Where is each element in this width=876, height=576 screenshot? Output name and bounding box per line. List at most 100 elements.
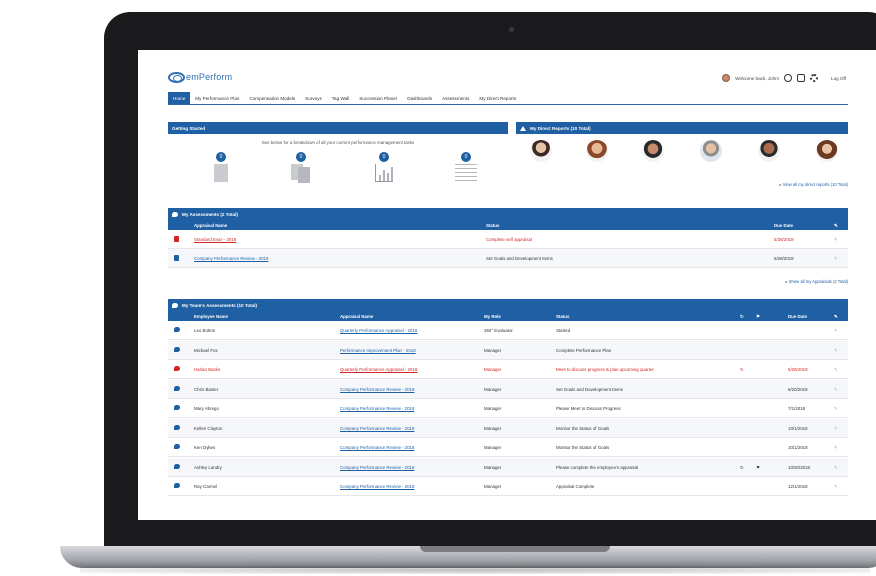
- user-avatar[interactable]: [722, 74, 731, 82]
- nav-item-tag-wall[interactable]: Tag Wall: [327, 92, 354, 104]
- employee-name[interactable]: Ken Dykes: [194, 445, 215, 450]
- task-list[interactable]: 0: [453, 152, 479, 192]
- team-assessments-header: My Team's Assessments (10 Total): [168, 299, 848, 311]
- appraisal-link[interactable]: Company Performance Review - 2018: [340, 387, 414, 392]
- col-due-date[interactable]: Due Date: [774, 223, 793, 228]
- appraisal-link[interactable]: Quarterly Performance Appraisal - 2018: [340, 367, 417, 372]
- chat-icon[interactable]: [784, 74, 793, 82]
- employee-name[interactable]: Michael Fox: [194, 348, 218, 353]
- col-appraisal-name[interactable]: Appraisal Name: [194, 223, 227, 228]
- table-row[interactable]: Leo Botton Quarterly Performance Appraisa…: [168, 321, 848, 340]
- employee-name[interactable]: Leo Botton: [194, 328, 215, 333]
- flag-icon[interactable]: ⚑: [756, 314, 760, 320]
- edit-icon[interactable]: ✎: [834, 256, 838, 262]
- getting-started-header: Getting Started: [168, 122, 508, 134]
- nav-divider: [168, 104, 848, 105]
- table-row[interactable]: Harlan Banks Quarterly Performance Apprai…: [168, 360, 848, 379]
- employee-name[interactable]: Ray Carmel: [194, 484, 217, 489]
- employee-name[interactable]: Mary Abrego: [194, 406, 219, 411]
- avatar[interactable]: [530, 140, 552, 162]
- nav-item-succession-planer[interactable]: Succession Planer: [354, 92, 402, 104]
- table-row[interactable]: Mary Abrego Company Performance Review - …: [168, 399, 848, 418]
- nav-item-assessments[interactable]: Assessments: [437, 92, 474, 104]
- nav-item-home[interactable]: Home: [168, 92, 191, 104]
- status-text: Meet to discuss progress & plan upcoming…: [556, 367, 654, 372]
- table-row[interactable]: Standard Eval – 2018 Complete self apprai…: [168, 230, 848, 249]
- col-due-date[interactable]: Due Date: [788, 314, 807, 319]
- edit-icon[interactable]: ✎: [834, 465, 838, 471]
- view-all-reports-label: View all my direct reports (10 Total): [782, 182, 848, 187]
- table-row[interactable]: Kellen Clayton Company Performance Review…: [168, 418, 848, 438]
- view-all-reports-link[interactable]: ▸ View all my direct reports (10 Total): [718, 182, 848, 187]
- nav-item-surveys[interactable]: Surveys: [300, 92, 327, 104]
- employee-name[interactable]: Kellen Clayton: [194, 426, 222, 431]
- task-documents[interactable]: 0: [288, 152, 314, 192]
- col-status[interactable]: Status: [556, 314, 569, 319]
- nav-item-my-performance-plan[interactable]: My Performance Plan: [190, 92, 244, 104]
- avatar[interactable]: [758, 140, 780, 162]
- col-appraisal-name[interactable]: Appraisal Name: [340, 314, 373, 319]
- appraisal-link[interactable]: Company Performance Review - 2018: [194, 256, 268, 261]
- help-icon[interactable]: [797, 74, 806, 82]
- table-row[interactable]: Company Performance Review - 2018 Set Goa…: [168, 249, 848, 268]
- avatar[interactable]: [816, 140, 838, 162]
- logoff-link[interactable]: Log Off: [831, 76, 846, 81]
- appraisal-link[interactable]: Company Performance Review - 2018: [340, 445, 414, 450]
- list-icon: [455, 164, 477, 182]
- edit-icon[interactable]: ✎: [834, 367, 838, 373]
- pencil-icon[interactable]: ✎: [834, 223, 838, 229]
- edit-icon[interactable]: ✎: [834, 237, 838, 243]
- col-status[interactable]: Status: [486, 223, 499, 228]
- laptop-base-notch: [420, 546, 610, 552]
- appraisal-link[interactable]: Quarterly Performance Appraisal - 2018: [340, 328, 417, 333]
- employee-name[interactable]: Ashley Landry: [194, 465, 222, 470]
- employee-name[interactable]: Chris Baxter: [194, 387, 218, 392]
- edit-icon[interactable]: ✎: [834, 426, 838, 432]
- pencil-icon[interactable]: ✎: [834, 314, 838, 320]
- gear-icon[interactable]: [810, 74, 819, 82]
- edit-icon[interactable]: ✎: [834, 445, 838, 451]
- chat-bubble-icon: [174, 346, 180, 352]
- col-my-role[interactable]: My Role: [484, 314, 501, 319]
- nav-item-compensation-models[interactable]: Compensation Models: [244, 92, 300, 104]
- table-row[interactable]: Ray Carmel Company Performance Review - 2…: [168, 477, 848, 496]
- task-reports[interactable]: 0: [371, 152, 397, 192]
- edit-icon[interactable]: ✎: [834, 484, 838, 490]
- edit-icon[interactable]: ✎: [834, 387, 838, 393]
- task-badge: 0: [461, 152, 471, 162]
- nav-item-dashboards[interactable]: Dashboards: [402, 92, 437, 104]
- avatar[interactable]: [642, 140, 664, 162]
- refresh-icon[interactable]: ↻: [740, 314, 744, 320]
- table-row[interactable]: Ashley Landry Company Performance Review …: [168, 457, 848, 477]
- logo[interactable]: emPerform: [168, 70, 232, 84]
- flag-icon[interactable]: ⚑: [756, 465, 760, 471]
- edit-icon[interactable]: ✎: [834, 328, 838, 334]
- role-text: Manager: [484, 425, 502, 431]
- appraisal-link[interactable]: Company Performance Review - 2018: [340, 426, 414, 431]
- employee-name[interactable]: Harlan Banks: [194, 367, 220, 372]
- table-row[interactable]: Michael Fox Performance Improvement Plan …: [168, 340, 848, 360]
- col-employee-name[interactable]: Employee Name: [194, 314, 228, 319]
- appraisal-link[interactable]: Company Performance Review - 2018: [340, 406, 414, 411]
- refresh-icon[interactable]: ↻: [740, 367, 744, 373]
- chat-bubble-icon: [174, 463, 180, 469]
- show-all-appraisals-link[interactable]: ▸ Show all my Appraisals (2 Total): [718, 279, 848, 284]
- appraisal-link[interactable]: Company Performance Review - 2018: [340, 484, 414, 489]
- role-text: Manager: [484, 406, 502, 411]
- status-text: Please Meet to Discuss Progress: [556, 406, 621, 411]
- edit-icon[interactable]: ✎: [834, 406, 838, 412]
- status-text: Please complete the employee's appraisal: [556, 464, 639, 470]
- direct-reports-title: My Direct Reports (10 Total): [530, 125, 591, 131]
- nav-item-my-direct-reports[interactable]: My Direct Reports: [474, 92, 521, 104]
- edit-icon[interactable]: ✎: [834, 348, 838, 354]
- task-appraisals[interactable]: 0: [208, 152, 234, 192]
- avatar[interactable]: [700, 140, 722, 162]
- appraisal-link[interactable]: Standard Eval – 2018: [194, 237, 236, 242]
- table-row[interactable]: Ken Dykes Company Performance Review - 20…: [168, 438, 848, 457]
- avatar[interactable]: [586, 140, 608, 162]
- logo-text: emPerform: [186, 72, 233, 82]
- appraisal-link[interactable]: Company Performance Review - 2018: [340, 465, 414, 470]
- table-row[interactable]: Chris Baxter Company Performance Review -…: [168, 379, 848, 399]
- appraisal-link[interactable]: Performance Improvement Plan - 2018: [340, 348, 416, 353]
- refresh-icon[interactable]: ↻: [740, 465, 744, 471]
